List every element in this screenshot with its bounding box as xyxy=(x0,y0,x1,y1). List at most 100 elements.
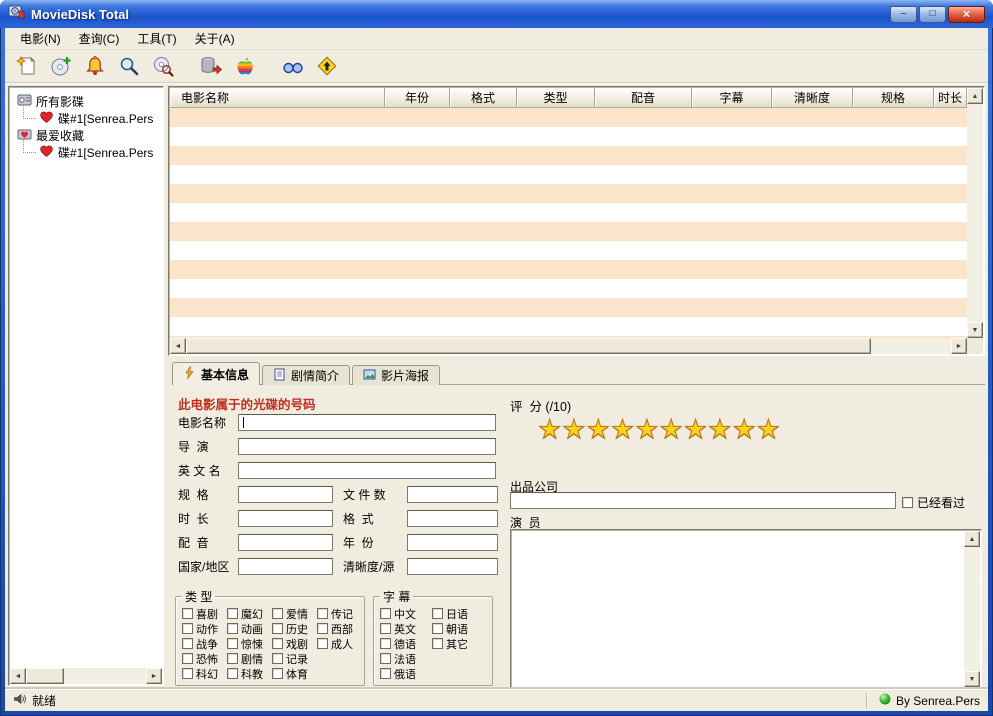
menu-item[interactable]: 电影(N) xyxy=(11,27,70,50)
subtitle-checkbox[interactable]: 朝语 xyxy=(432,621,484,636)
type-checkbox[interactable]: 剧情 xyxy=(227,651,272,666)
new-movie-icon[interactable] xyxy=(13,53,41,80)
checkbox-box[interactable] xyxy=(432,623,443,634)
checkbox-box[interactable] xyxy=(182,623,193,634)
country-input[interactable] xyxy=(238,558,333,575)
type-checkbox[interactable]: 体育 xyxy=(272,666,317,681)
signpost-icon[interactable] xyxy=(313,53,341,80)
close-button[interactable]: × xyxy=(948,6,985,23)
director-input[interactable] xyxy=(238,438,496,455)
column-header[interactable]: 电影名称 xyxy=(170,88,385,108)
type-checkbox[interactable]: 动作 xyxy=(182,621,227,636)
type-checkbox[interactable]: 喜剧 xyxy=(182,606,227,621)
checkbox-box[interactable] xyxy=(272,668,283,679)
add-disc-icon[interactable] xyxy=(47,53,75,80)
actors-vertical-scrollbar[interactable]: ▲ ▼ xyxy=(964,531,980,687)
checkbox-box[interactable] xyxy=(380,638,391,649)
type-checkbox[interactable]: 历史 xyxy=(272,621,317,636)
maximize-button[interactable]: □ xyxy=(919,6,946,23)
menu-item[interactable]: 关于(A) xyxy=(186,27,244,50)
type-checkbox[interactable]: 爱情 xyxy=(272,606,317,621)
scroll-right-icon[interactable]: ► xyxy=(146,668,162,684)
checkbox-box[interactable] xyxy=(272,623,283,634)
type-checkbox[interactable]: 成人 xyxy=(317,636,362,651)
checkbox-box[interactable] xyxy=(227,608,238,619)
export-database-icon[interactable] xyxy=(197,53,225,80)
duration-input[interactable] xyxy=(238,510,333,527)
subtitle-checkbox[interactable]: 德语 xyxy=(380,636,432,651)
checkbox-box[interactable] xyxy=(227,668,238,679)
year-input[interactable] xyxy=(407,534,498,551)
type-checkbox[interactable]: 传记 xyxy=(317,606,362,621)
scroll-up-icon[interactable]: ▲ xyxy=(967,88,983,104)
dubbing-input[interactable] xyxy=(238,534,333,551)
checkbox-box[interactable] xyxy=(182,608,193,619)
checkbox-box[interactable] xyxy=(182,653,193,664)
checkbox-box[interactable] xyxy=(432,638,443,649)
actors-textarea[interactable]: ▲ ▼ xyxy=(510,529,982,689)
tree-horizontal-scrollbar[interactable]: ◄ ► xyxy=(10,668,162,684)
checkbox-box[interactable] xyxy=(272,608,283,619)
scrollbar-thumb[interactable] xyxy=(26,668,64,684)
column-header[interactable]: 格式 xyxy=(450,88,517,108)
subtitle-checkbox[interactable]: 英文 xyxy=(380,621,432,636)
checkbox-box[interactable] xyxy=(227,638,238,649)
tab-basic-info[interactable]: 基本信息 xyxy=(172,362,260,385)
alarm-icon[interactable] xyxy=(81,53,109,80)
column-header[interactable]: 清晰度 xyxy=(772,88,853,108)
type-checkbox[interactable]: 战争 xyxy=(182,636,227,651)
binoculars-icon[interactable] xyxy=(279,53,307,80)
checkbox-box[interactable] xyxy=(317,623,328,634)
file-count-input[interactable] xyxy=(407,486,498,503)
movie-name-input[interactable] xyxy=(238,414,496,431)
table-vertical-scrollbar[interactable]: ▲ ▼ xyxy=(967,88,983,338)
type-checkbox[interactable]: 恐怖 xyxy=(182,651,227,666)
subtitle-checkbox[interactable]: 中文 xyxy=(380,606,432,621)
english-name-input[interactable] xyxy=(238,462,496,479)
apple-icon[interactable] xyxy=(231,53,259,80)
column-header[interactable]: 类型 xyxy=(517,88,595,108)
checkbox-box[interactable] xyxy=(182,638,193,649)
scroll-down-icon[interactable]: ▼ xyxy=(967,322,983,338)
column-header[interactable]: 规格 xyxy=(853,88,934,108)
watched-checkbox[interactable]: 已经看过 xyxy=(902,494,965,511)
checkbox-box[interactable] xyxy=(380,668,391,679)
type-checkbox[interactable]: 魔幻 xyxy=(227,606,272,621)
subtitle-checkbox[interactable]: 其它 xyxy=(432,636,484,651)
tree-item-disc1-favorite[interactable]: 碟#1[Senrea.Pers xyxy=(9,144,163,161)
checkbox-box[interactable] xyxy=(317,608,328,619)
type-checkbox[interactable]: 戏剧 xyxy=(272,636,317,651)
scrollbar-thumb[interactable] xyxy=(186,338,871,354)
clarity-input[interactable] xyxy=(407,558,498,575)
column-header[interactable]: 年份 xyxy=(385,88,450,108)
checkbox-box[interactable] xyxy=(227,653,238,664)
type-checkbox[interactable]: 科教 xyxy=(227,666,272,681)
checkbox-box[interactable] xyxy=(380,608,391,619)
subtitle-checkbox[interactable]: 法语 xyxy=(380,651,432,666)
column-header[interactable]: 时长 xyxy=(934,88,967,108)
column-header[interactable]: 字幕 xyxy=(692,88,772,108)
disc-search-icon[interactable] xyxy=(149,53,177,80)
checkbox-box[interactable] xyxy=(272,653,283,664)
scroll-right-icon[interactable]: ► xyxy=(951,338,967,354)
scroll-left-icon[interactable]: ◄ xyxy=(170,338,186,354)
type-checkbox[interactable]: 惊悚 xyxy=(227,636,272,651)
type-checkbox[interactable]: 西部 xyxy=(317,621,362,636)
rating-stars[interactable]: ★★★★★★★★★★ xyxy=(538,414,781,445)
scroll-up-icon[interactable]: ▲ xyxy=(964,531,980,547)
checkbox-box[interactable] xyxy=(227,623,238,634)
menu-item[interactable]: 查询(C) xyxy=(70,27,129,50)
tab-plot-summary[interactable]: 剧情简介 xyxy=(262,365,350,385)
search-icon[interactable] xyxy=(115,53,143,80)
subtitle-checkbox[interactable]: 日语 xyxy=(432,606,484,621)
checkbox-box[interactable] xyxy=(317,638,328,649)
column-header[interactable]: 配音 xyxy=(595,88,692,108)
tab-movie-poster[interactable]: 影片海报 xyxy=(352,365,440,385)
spec-input[interactable] xyxy=(238,486,333,503)
scroll-down-icon[interactable]: ▼ xyxy=(964,671,980,687)
checkbox-box[interactable] xyxy=(432,608,443,619)
checkbox-box[interactable] xyxy=(380,623,391,634)
menu-item[interactable]: 工具(T) xyxy=(128,27,185,50)
scroll-left-icon[interactable]: ◄ xyxy=(10,668,26,684)
minimize-button[interactable]: – xyxy=(890,6,917,23)
